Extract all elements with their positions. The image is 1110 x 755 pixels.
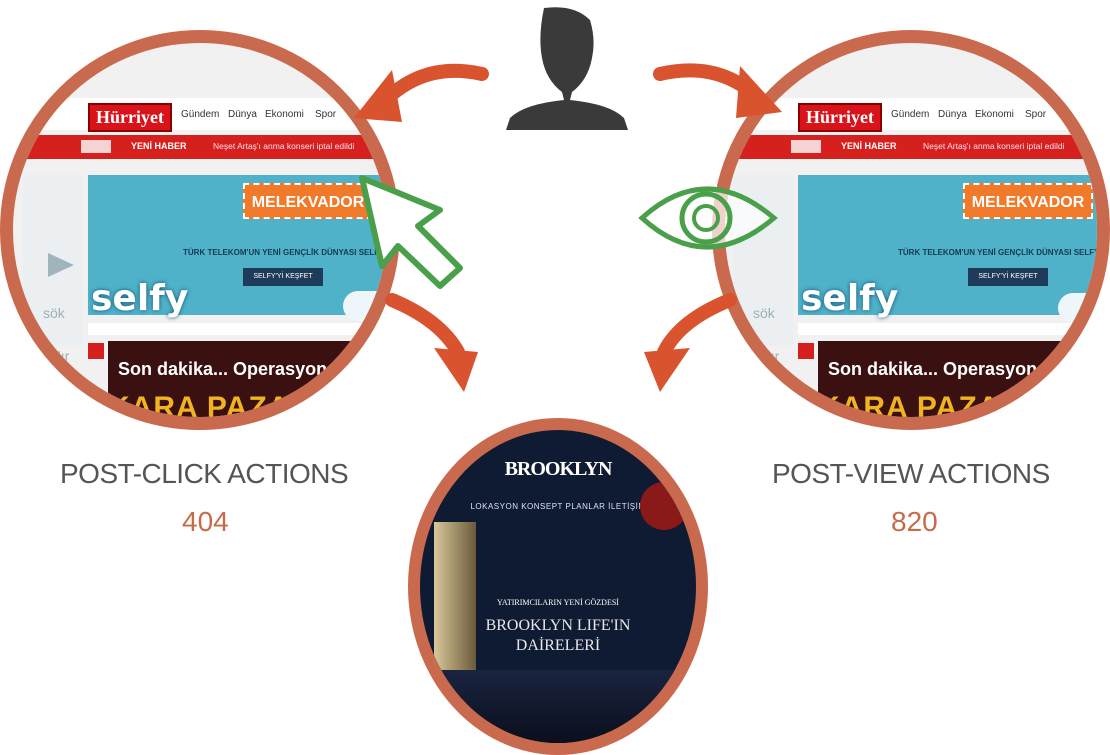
post-click-heading: POST-CLICK ACTIONS <box>60 458 349 489</box>
post-click-value: 404 <box>182 506 229 537</box>
post-view-value: 820 <box>891 506 938 537</box>
curved-arrow-icon <box>657 293 737 359</box>
eye-icon <box>638 186 778 250</box>
diagram-arrows <box>354 7 782 392</box>
cursor-arrow-icon <box>359 175 463 289</box>
post-view-heading: POST-VIEW ACTIONS <box>772 458 1050 489</box>
user-silhouette-icon <box>506 7 628 131</box>
curved-arrow-icon <box>385 293 465 359</box>
